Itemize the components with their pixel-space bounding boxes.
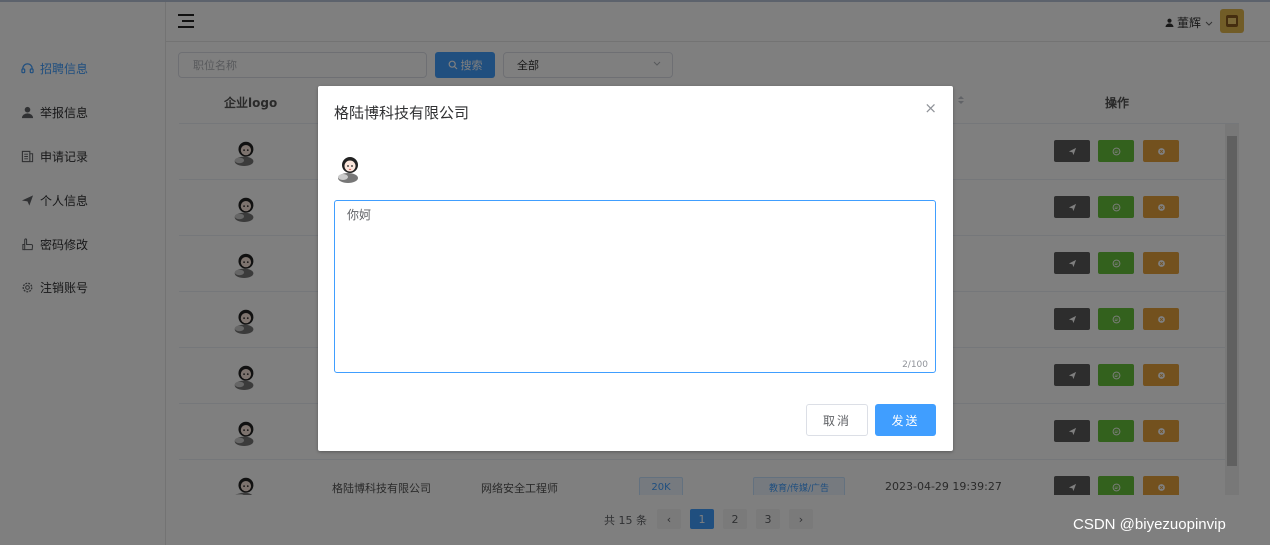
message-dialog: 格陆博科技有限公司 × 你妸 2/100 取消 发送 bbox=[318, 86, 953, 451]
company-avatar bbox=[334, 153, 364, 183]
character-count: 2/100 bbox=[902, 360, 928, 370]
close-icon[interactable]: × bbox=[924, 99, 937, 117]
watermark: CSDN @biyezuopinvip bbox=[1073, 516, 1226, 533]
cancel-button[interactable]: 取消 bbox=[806, 404, 868, 436]
dialog-title: 格陆博科技有限公司 bbox=[334, 104, 470, 122]
message-textarea-wrapper: 你妸 2/100 bbox=[334, 200, 936, 373]
send-button[interactable]: 发送 bbox=[875, 404, 936, 436]
message-textarea[interactable]: 你妸 bbox=[335, 201, 935, 372]
